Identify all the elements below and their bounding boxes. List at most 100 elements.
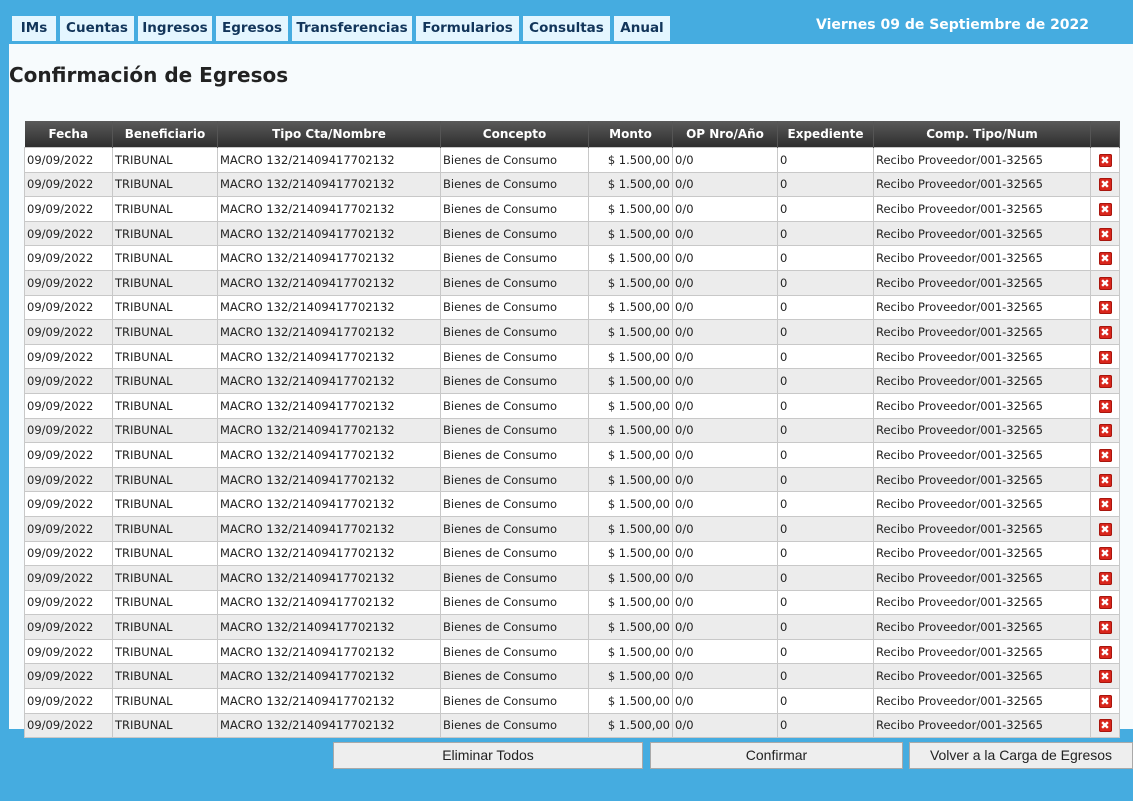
cell-concepto: Bienes de Consumo (440, 147, 589, 173)
confirm-button[interactable]: Confirmar (650, 742, 903, 769)
nav-ims[interactable]: IMs (12, 16, 56, 41)
table-row[interactable]: 09/09/2022 TRIBUNAL MACRO 132/214094177021… (24, 688, 1120, 714)
cell-delete: ✖ (1090, 220, 1120, 247)
cell-op-nro: 0/0 (672, 417, 778, 444)
delete-x-icon[interactable]: ✖ (1098, 375, 1112, 389)
table-row[interactable]: 09/09/2022 TRIBUNAL MACRO 132/214094177021… (24, 392, 1120, 419)
delete-x-icon[interactable]: ✖ (1098, 645, 1112, 659)
back-to-egresos-button[interactable]: Volver a la Carga de Egresos (909, 742, 1133, 769)
delete-x-icon[interactable]: ✖ (1098, 350, 1112, 364)
delete-all-button[interactable]: Eliminar Todos (333, 742, 643, 769)
delete-x-icon[interactable]: ✖ (1098, 153, 1112, 167)
delete-x-icon[interactable]: ✖ (1098, 227, 1112, 241)
col-header-monto[interactable]: Monto (588, 121, 673, 148)
cell-monto: $ 1.500,00 (588, 147, 673, 173)
delete-x-icon[interactable]: ✖ (1098, 399, 1112, 413)
cell-concepto: Bienes de Consumo (440, 417, 589, 444)
col-header-concepto[interactable]: Concepto (440, 121, 589, 148)
delete-x-icon[interactable]: ✖ (1098, 448, 1112, 462)
table-row[interactable]: 09/09/2022 TRIBUNAL MACRO 132/214094177021… (24, 417, 1120, 444)
nav-egresos[interactable]: Egresos (216, 16, 288, 41)
col-header-op-nro[interactable]: OP Nro/Año (672, 121, 778, 148)
cell-tipo-cta: MACRO 132/21409417702132 (217, 515, 441, 542)
table-row[interactable]: 09/09/2022 TRIBUNAL MACRO 132/214094177021… (24, 614, 1120, 640)
cell-op-nro: 0/0 (672, 392, 778, 419)
cell-delete: ✖ (1090, 712, 1120, 739)
table-row[interactable]: 09/09/2022 TRIBUNAL MACRO 132/214094177021… (24, 294, 1120, 321)
cell-fecha: 09/09/2022 (24, 294, 113, 321)
table-row[interactable]: 09/09/2022 TRIBUNAL MACRO 132/214094177021… (24, 663, 1120, 690)
table-row[interactable]: 09/09/2022 TRIBUNAL MACRO 132/214094177021… (24, 565, 1120, 591)
cell-op-nro: 0/0 (672, 614, 778, 640)
col-header-beneficiario[interactable]: Beneficiario (112, 121, 218, 148)
delete-x-icon[interactable]: ✖ (1098, 276, 1112, 290)
table-row[interactable]: 09/09/2022 TRIBUNAL MACRO 132/214094177021… (24, 712, 1120, 739)
col-header-tipo-cta[interactable]: Tipo Cta/Nombre (217, 121, 441, 148)
cell-tipo-cta: MACRO 132/21409417702132 (217, 417, 441, 444)
cell-comprobante: Recibo Proveedor/001-32565 (873, 269, 1091, 296)
delete-x-icon[interactable]: ✖ (1098, 547, 1112, 561)
table-row[interactable]: 09/09/2022 TRIBUNAL MACRO 132/214094177021… (24, 540, 1120, 567)
col-header-fecha[interactable]: Fecha (24, 121, 113, 148)
cell-tipo-cta: MACRO 132/21409417702132 (217, 245, 441, 271)
delete-x-icon[interactable]: ✖ (1098, 522, 1112, 536)
cell-expediente: 0 (777, 491, 874, 517)
nav-cuentas[interactable]: Cuentas (60, 16, 134, 41)
delete-x-icon[interactable]: ✖ (1098, 571, 1112, 585)
table-row[interactable]: 09/09/2022 TRIBUNAL MACRO 132/214094177021… (24, 515, 1120, 542)
cell-monto: $ 1.500,00 (588, 614, 673, 640)
nav-formularios[interactable]: Formularios (416, 16, 519, 41)
delete-x-icon[interactable]: ✖ (1098, 498, 1112, 512)
delete-x-icon[interactable]: ✖ (1098, 621, 1112, 635)
cell-expediente: 0 (777, 515, 874, 542)
cell-monto: $ 1.500,00 (588, 368, 673, 394)
cell-delete: ✖ (1090, 515, 1120, 542)
cell-op-nro: 0/0 (672, 688, 778, 714)
cell-tipo-cta: MACRO 132/21409417702132 (217, 368, 441, 394)
table-row[interactable]: 09/09/2022 TRIBUNAL MACRO 132/214094177021… (24, 466, 1120, 493)
delete-x-icon[interactable]: ✖ (1098, 694, 1112, 708)
delete-x-icon[interactable]: ✖ (1098, 670, 1112, 684)
table-row[interactable]: 09/09/2022 TRIBUNAL MACRO 132/214094177021… (24, 220, 1120, 247)
delete-x-icon[interactable]: ✖ (1098, 325, 1112, 339)
table-row[interactable]: 09/09/2022 TRIBUNAL MACRO 132/214094177021… (24, 245, 1120, 271)
delete-x-icon[interactable]: ✖ (1098, 719, 1112, 733)
delete-x-icon[interactable]: ✖ (1098, 252, 1112, 266)
delete-x-icon[interactable]: ✖ (1098, 301, 1112, 315)
cell-op-nro: 0/0 (672, 466, 778, 493)
table-row[interactable]: 09/09/2022 TRIBUNAL MACRO 132/214094177021… (24, 442, 1120, 468)
cell-fecha: 09/09/2022 (24, 196, 113, 222)
col-header-comprobante[interactable]: Comp. Tipo/Num (873, 121, 1091, 148)
nav-ingresos[interactable]: Ingresos (138, 16, 212, 41)
table-row[interactable]: 09/09/2022 TRIBUNAL MACRO 132/214094177021… (24, 171, 1120, 198)
cell-monto: $ 1.500,00 (588, 343, 673, 370)
cell-delete: ✖ (1090, 663, 1120, 690)
table-row[interactable]: 09/09/2022 TRIBUNAL MACRO 132/214094177021… (24, 491, 1120, 517)
cell-tipo-cta: MACRO 132/21409417702132 (217, 491, 441, 517)
nav-anual[interactable]: Anual (614, 16, 670, 41)
table-row[interactable]: 09/09/2022 TRIBUNAL MACRO 132/214094177021… (24, 638, 1120, 665)
delete-x-icon[interactable]: ✖ (1098, 424, 1112, 438)
cell-monto: $ 1.500,00 (588, 269, 673, 296)
table-row[interactable]: 09/09/2022 TRIBUNAL MACRO 132/214094177021… (24, 269, 1120, 296)
cell-fecha: 09/09/2022 (24, 147, 113, 173)
nav-consultas[interactable]: Consultas (523, 16, 610, 41)
table-row[interactable]: 09/09/2022 TRIBUNAL MACRO 132/214094177021… (24, 196, 1120, 222)
delete-x-icon[interactable]: ✖ (1098, 202, 1112, 216)
cell-comprobante: Recibo Proveedor/001-32565 (873, 245, 1091, 271)
table-row[interactable]: 09/09/2022 TRIBUNAL MACRO 132/214094177021… (24, 147, 1120, 173)
col-header-expediente[interactable]: Expediente (777, 121, 874, 148)
table-row[interactable]: 09/09/2022 TRIBUNAL MACRO 132/214094177021… (24, 368, 1120, 394)
delete-x-icon[interactable]: ✖ (1098, 473, 1112, 487)
cell-fecha: 09/09/2022 (24, 712, 113, 739)
table-row[interactable]: 09/09/2022 TRIBUNAL MACRO 132/214094177021… (24, 589, 1120, 616)
delete-x-icon[interactable]: ✖ (1098, 178, 1112, 192)
delete-x-icon[interactable]: ✖ (1098, 596, 1112, 610)
cell-delete: ✖ (1090, 540, 1120, 567)
table-row[interactable]: 09/09/2022 TRIBUNAL MACRO 132/214094177021… (24, 319, 1120, 345)
nav-transferencias[interactable]: Transferencias (292, 16, 412, 41)
cell-monto: $ 1.500,00 (588, 417, 673, 444)
cell-concepto: Bienes de Consumo (440, 392, 589, 419)
cell-expediente: 0 (777, 343, 874, 370)
table-row[interactable]: 09/09/2022 TRIBUNAL MACRO 132/214094177021… (24, 343, 1120, 370)
